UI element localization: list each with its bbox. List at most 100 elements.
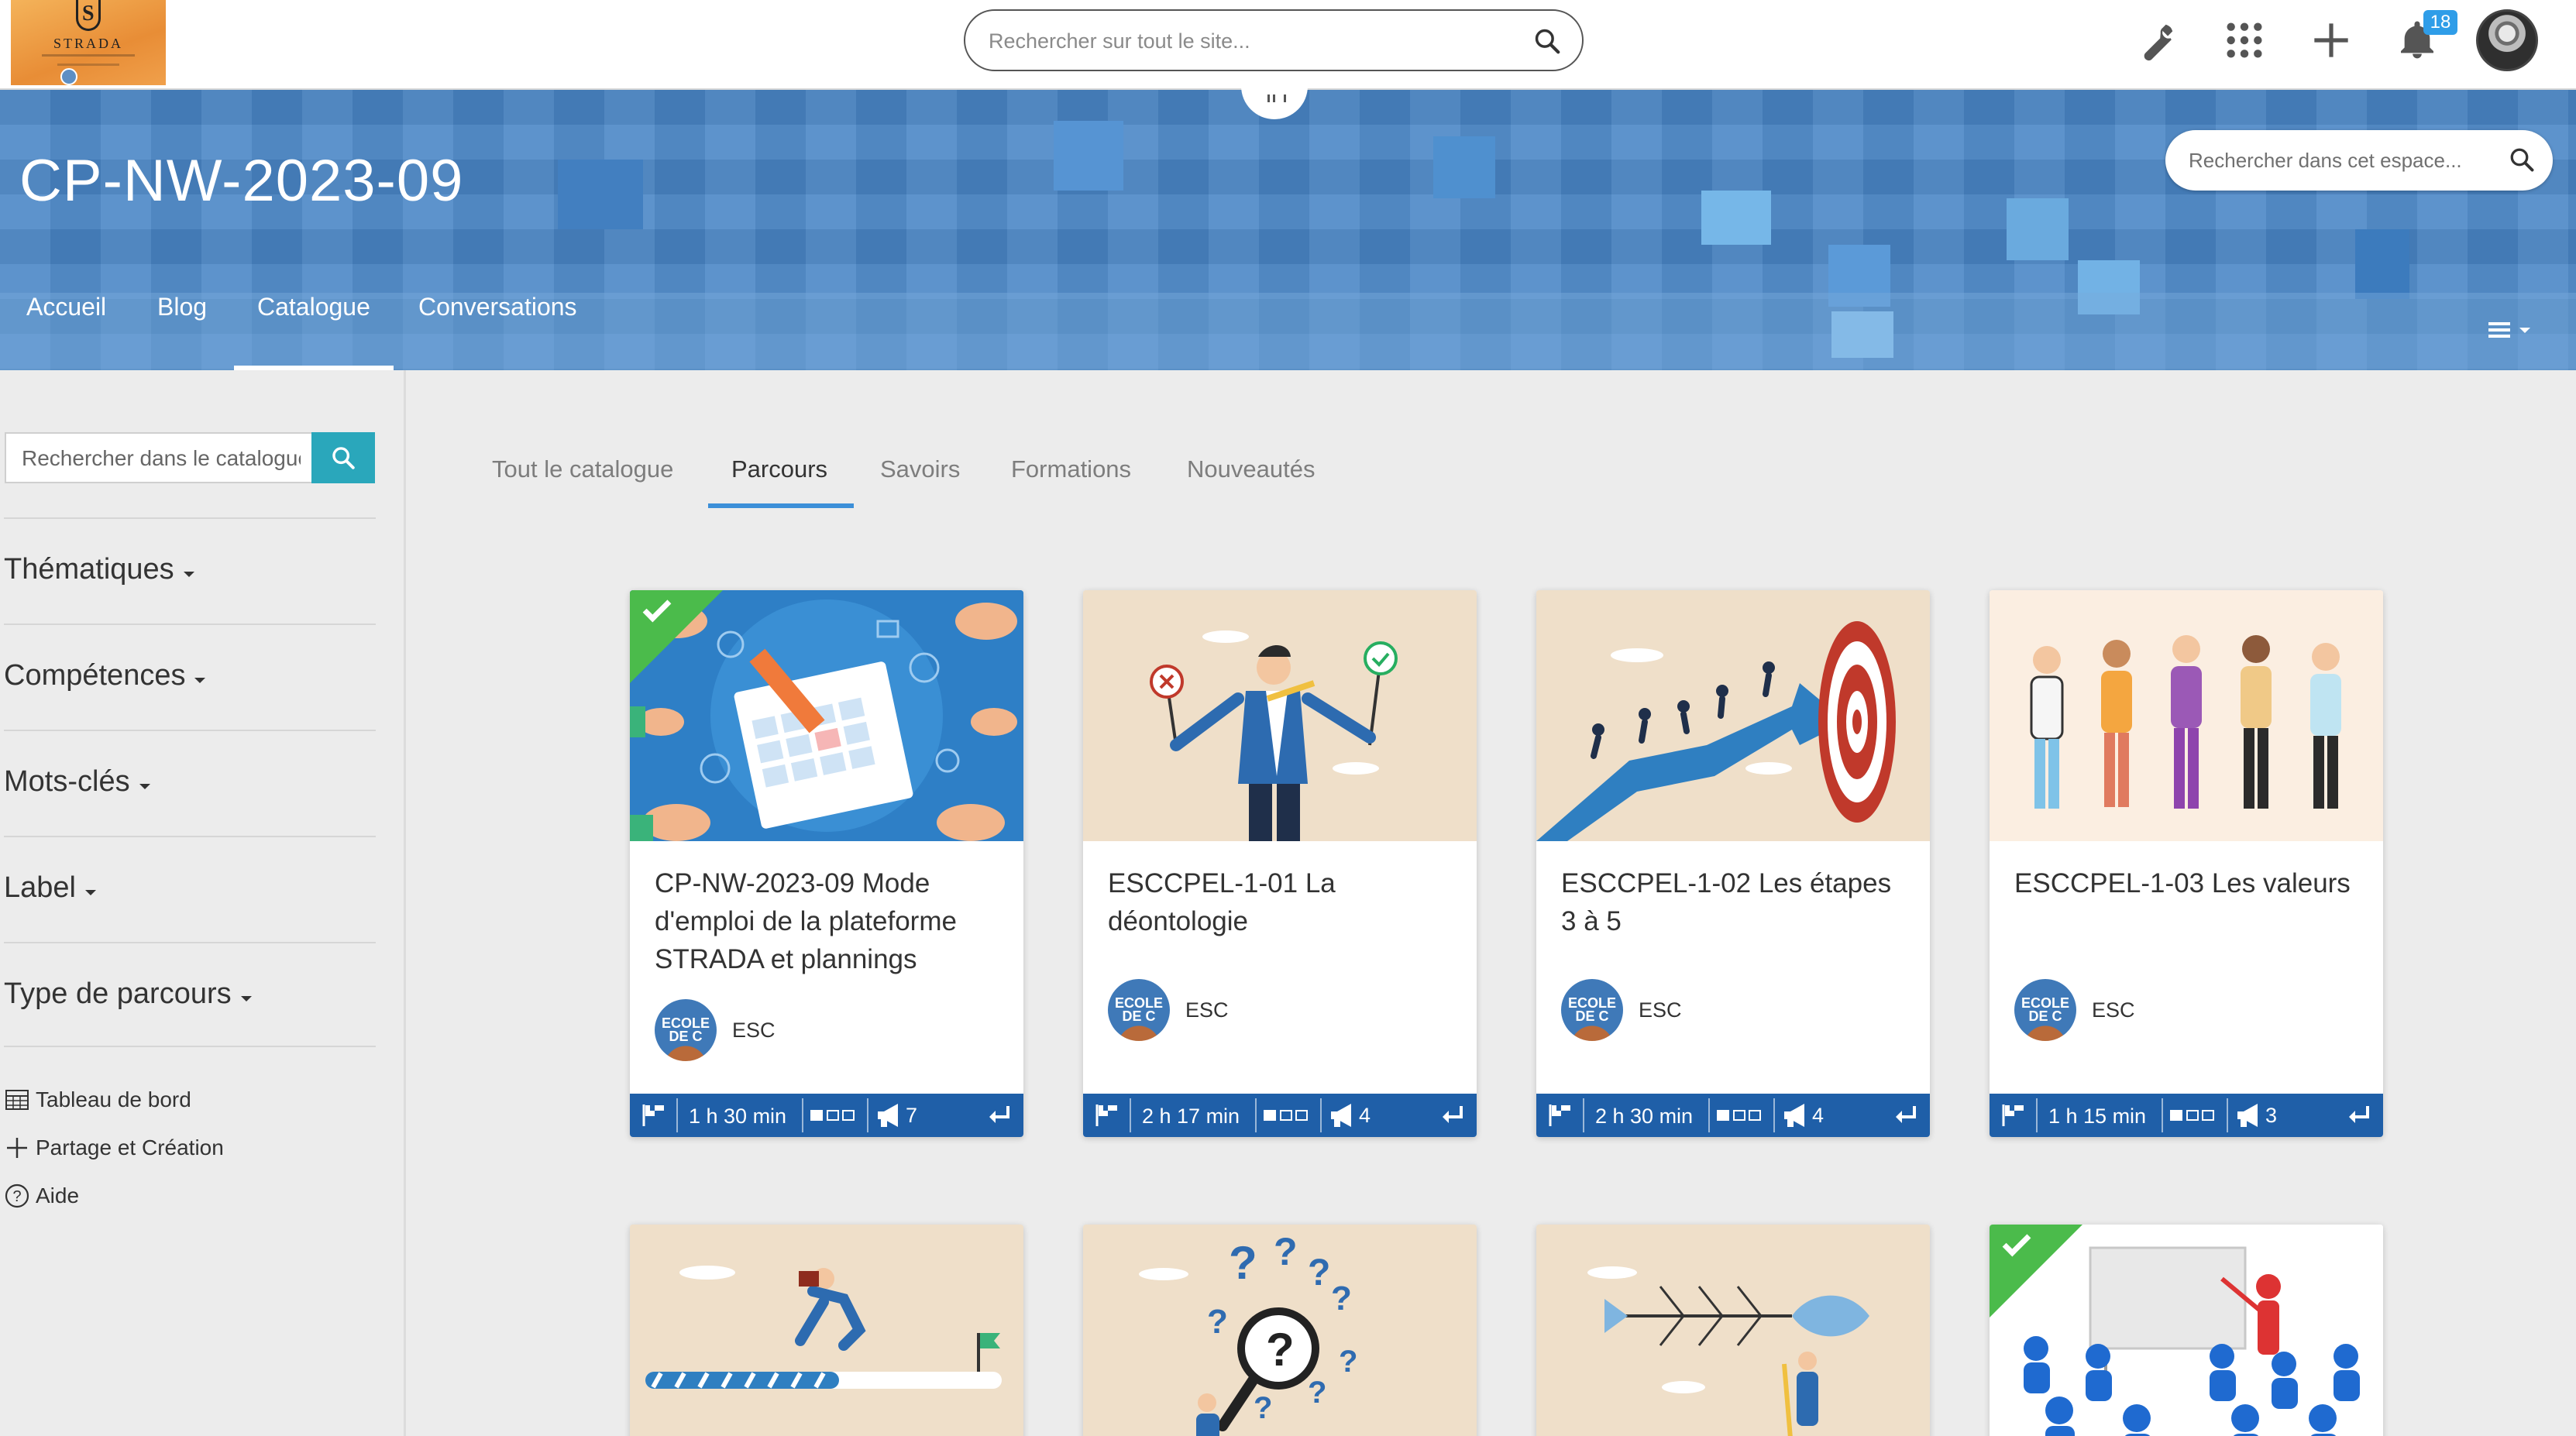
search-icon[interactable] (1532, 26, 1562, 60)
space-search-input[interactable] (2189, 143, 2499, 178)
wrench-icon[interactable] (2132, 15, 2182, 65)
filter-type-de-parcours[interactable]: Type de parcours (4, 942, 376, 1048)
completed-ribbon (1990, 1225, 2082, 1317)
nav-tab-catalogue[interactable]: Catalogue (234, 293, 394, 370)
course-author: ECOLE DE C ESC (2014, 979, 2135, 1041)
filter-label: Thématiques (4, 553, 194, 586)
svg-text:?: ? (1308, 1376, 1326, 1410)
enter-arrow-icon[interactable] (2346, 1103, 2372, 1128)
course-card[interactable]: ESCCPEL-1-03 Les valeurs ECOLE DE C ESC … (1990, 590, 2383, 1137)
course-title: ESCCPEL-1-03 Les valeurs (2014, 868, 2351, 898)
catalog-search-button[interactable] (311, 432, 375, 483)
course-card[interactable]: CP-NW-2023-09 Mode d'emploi de la platef… (630, 590, 1023, 1137)
nav-tab-blog[interactable]: Blog (157, 293, 207, 370)
caret-down-icon (84, 889, 96, 901)
tab-nouveautes[interactable]: Nouveautés (1187, 455, 1315, 483)
course-thumbnail (1990, 590, 2383, 841)
svg-text:?: ? (1274, 1230, 1298, 1273)
link-tableau-de-bord[interactable]: Tableau de bord (3, 1084, 191, 1115)
filter-thematiques[interactable]: Thématiques (4, 517, 376, 624)
course-card[interactable]: ESCCPEL-1-02 Les étapes 3 à 5 ECOLE DE C… (1536, 590, 1930, 1137)
course-thumbnail: ???????? ? (1083, 1225, 1477, 1436)
nav-tab-accueil[interactable]: Accueil (26, 293, 106, 370)
banner-tile (2007, 198, 2069, 260)
flag-icon (1549, 1104, 1570, 1126)
course-card[interactable]: ESCCPEL-1-01 La déontologie ECOLE DE C E… (1083, 590, 1477, 1137)
tab-parcours[interactable]: Parcours (731, 455, 827, 483)
link-label: Partage et Création (36, 1135, 224, 1159)
caret-down-icon (240, 995, 252, 1007)
course-author: ECOLE DE C ESC (655, 999, 776, 1061)
separator (676, 1098, 678, 1132)
nav-tab-conversations[interactable]: Conversations (418, 293, 577, 370)
megaphone-icon (2237, 1104, 2258, 1127)
tab-formations[interactable]: Formations (1011, 455, 1131, 483)
course-footer: 2 h 30 min 4 (1536, 1094, 1930, 1137)
enter-arrow-icon[interactable] (1893, 1103, 1919, 1128)
level-indicator-icon (2170, 1110, 2214, 1121)
magnifier-questions-illustration: ???????? ? (1083, 1225, 1477, 1436)
strada-logo[interactable]: STRADA (11, 0, 166, 85)
separator (1583, 1098, 1584, 1132)
svg-text:?: ? (1331, 1280, 1352, 1317)
banner-tile (2355, 229, 2409, 299)
filter-label-text: Mots-clés (4, 765, 130, 798)
strada-logo-mark (76, 0, 101, 31)
catalog-search-input[interactable] (22, 441, 301, 476)
user-avatar[interactable] (2476, 9, 2538, 71)
course-author: ECOLE DE C ESC (1561, 979, 1682, 1041)
author-name: ESC (1639, 998, 1682, 1022)
course-card[interactable] (1536, 1225, 1930, 1436)
banner-tile (558, 160, 643, 229)
announcement-count: 4 (1812, 1103, 1825, 1127)
filter-label-text: Compétences (4, 659, 186, 692)
site-search-input[interactable] (989, 23, 1515, 59)
course-card[interactable]: ???????? ? (1083, 1225, 1477, 1436)
caret-down-icon (183, 571, 194, 582)
runner-progress-illustration (630, 1225, 1023, 1436)
course-duration: 1 h 30 min (689, 1104, 787, 1128)
caret-down-icon (194, 677, 206, 689)
link-aide[interactable]: ? Aide (3, 1180, 79, 1211)
megaphone-icon (1331, 1104, 1351, 1127)
svg-text:?: ? (1266, 1324, 1295, 1376)
course-thumbnail (630, 590, 1023, 841)
enter-arrow-icon[interactable] (986, 1103, 1013, 1128)
search-icon[interactable] (2508, 146, 2536, 177)
arrow-target-illustration (1536, 590, 1930, 841)
banner-tile (1433, 136, 1495, 198)
level-indicator-icon (1264, 1110, 1308, 1121)
apps-grid-icon[interactable] (2220, 15, 2269, 65)
separator (1708, 1098, 1710, 1132)
notification-badge: 18 (2423, 10, 2457, 35)
space-search (2165, 130, 2553, 191)
hamburger-menu-icon[interactable] (2488, 316, 2535, 347)
link-partage-et-creation[interactable]: Partage et Création (3, 1132, 224, 1163)
banner-tile (1701, 191, 1771, 245)
filter-mots-cles[interactable]: Mots-clés (4, 730, 376, 836)
author-name: ESC (732, 1018, 776, 1042)
course-title: CP-NW-2023-09 Mode d'emploi de la platef… (655, 868, 957, 974)
filter-competences[interactable]: Compétences (4, 624, 376, 730)
plus-icon[interactable] (2306, 15, 2356, 65)
course-card[interactable] (1990, 1225, 2383, 1436)
announcement-count: 3 (2265, 1103, 2278, 1127)
svg-text:?: ? (1308, 1252, 1330, 1293)
filter-label: Type de parcours (4, 977, 252, 1011)
separator (2162, 1098, 2163, 1132)
plus-icon (3, 1134, 31, 1162)
filter-label[interactable]: Label (4, 836, 376, 942)
tab-tout-le-catalogue[interactable]: Tout le catalogue (492, 455, 673, 483)
author-logo: ECOLE DE C (1108, 979, 1170, 1041)
author-name: ESC (1185, 998, 1229, 1022)
logo-line (57, 64, 119, 66)
logo-text: STRADA (53, 36, 123, 51)
course-card[interactable] (630, 1225, 1023, 1436)
tab-savoirs[interactable]: Savoirs (880, 455, 960, 483)
author-logo: ECOLE DE C (655, 999, 717, 1061)
space-title: CP-NW-2023-09 (19, 148, 464, 214)
separator (867, 1098, 868, 1132)
course-duration: 2 h 17 min (1142, 1104, 1240, 1128)
enter-arrow-icon[interactable] (1439, 1103, 1466, 1128)
svg-text:?: ? (12, 1188, 21, 1205)
